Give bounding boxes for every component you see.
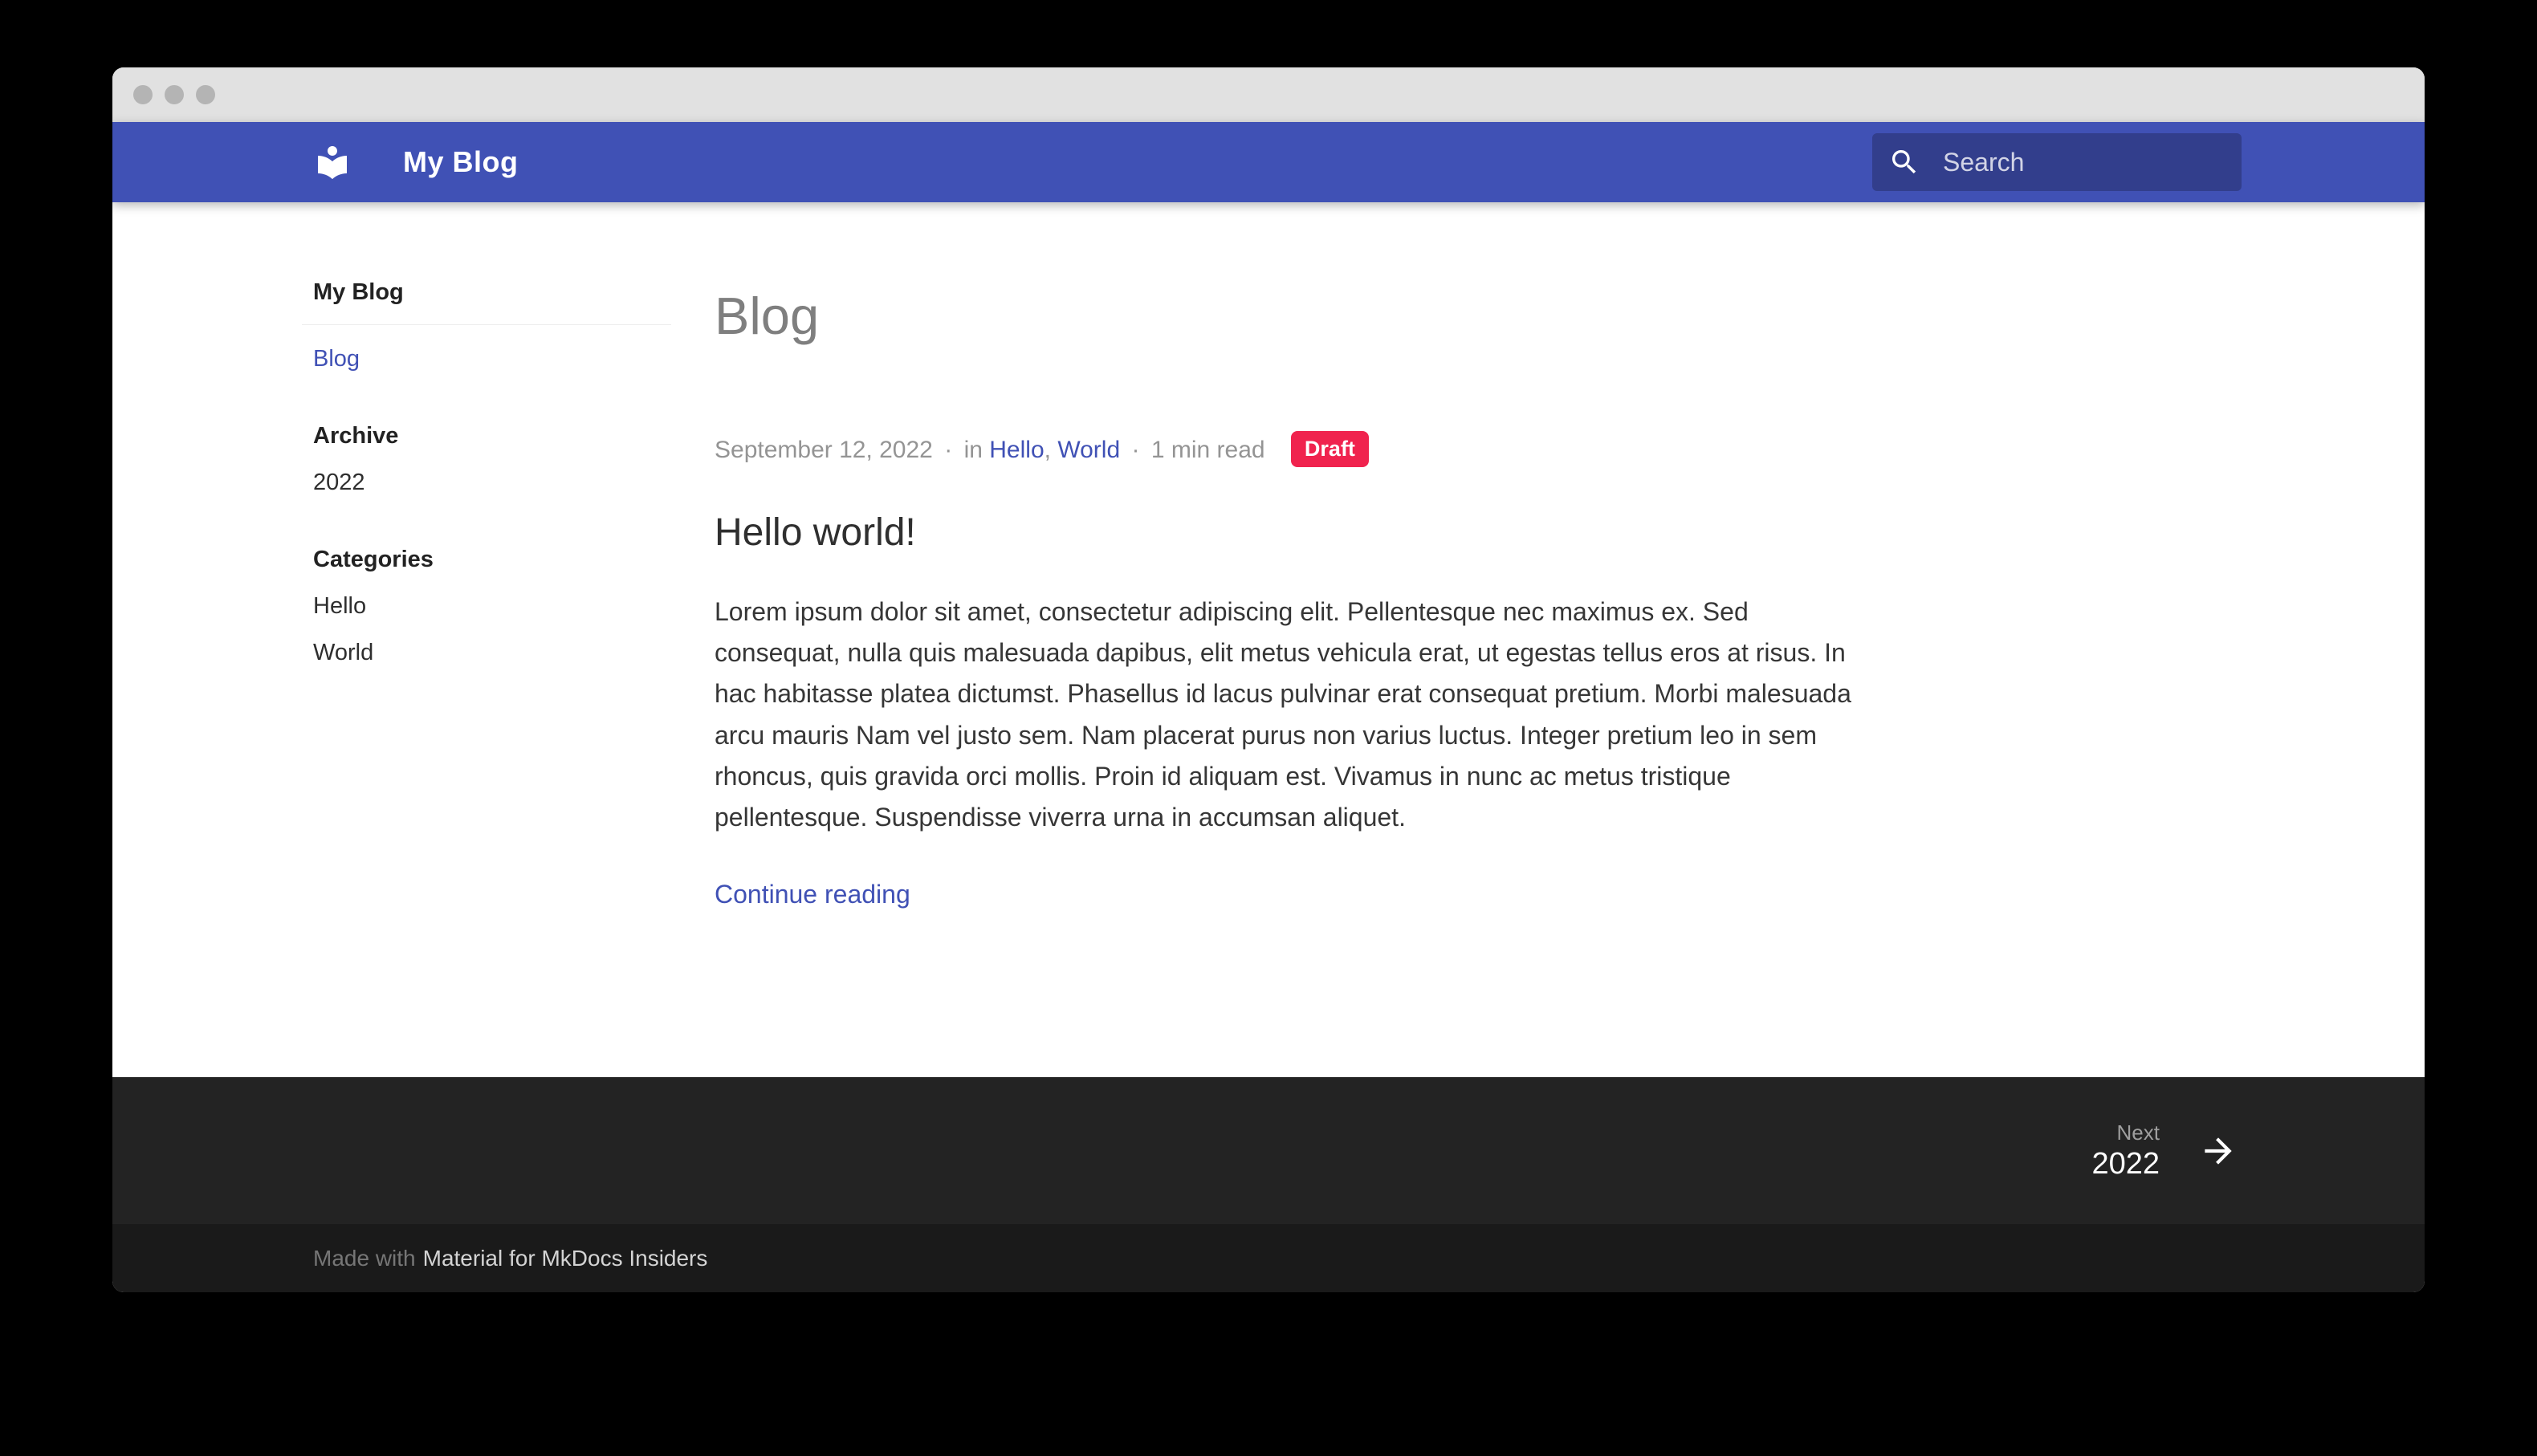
footer-next-block: Next 2022 <box>2091 1120 2160 1182</box>
sidebar-nav: My Blog Blog Archive 2022 Categories Hel… <box>112 202 715 1077</box>
sidebar-section-categories: Categories Hello World <box>313 543 715 669</box>
meta-separator: · <box>1131 437 1139 463</box>
sidebar-section-title: Archive <box>313 420 715 452</box>
category-separator: , <box>1045 437 1051 463</box>
sidebar-site-title: My Blog <box>313 276 715 308</box>
read-time: 1 min read <box>1151 437 1265 463</box>
post-in-label: in <box>964 437 983 463</box>
sidebar-divider <box>302 324 671 325</box>
mkdocs-credit-link[interactable]: Material for MkDocs Insiders <box>423 1246 708 1271</box>
window-control-icon <box>133 85 153 104</box>
sidebar-item-2022[interactable]: 2022 <box>313 466 715 498</box>
browser-titlebar <box>112 67 2425 122</box>
site-title: My Blog <box>403 145 519 179</box>
footer-next-title: 2022 <box>2091 1145 2160 1182</box>
sidebar-item-hello[interactable]: Hello <box>313 590 715 622</box>
meta-separator: · <box>944 437 952 463</box>
category-link-world[interactable]: World <box>1057 437 1120 463</box>
page-content: My Blog Blog Archive 2022 Categories Hel… <box>112 202 2425 1077</box>
app-header: My Blog <box>112 122 2425 202</box>
search-input[interactable] <box>1941 147 2282 178</box>
search-icon <box>1888 146 1920 178</box>
window-control-icon <box>196 85 215 104</box>
browser-window: My Blog My Blog Blog Archive 2022 Catego… <box>112 67 2425 1292</box>
footer-next-label: Next <box>2091 1120 2160 1145</box>
page-title: Blog <box>715 286 2328 346</box>
draft-badge: Draft <box>1291 431 1369 467</box>
post-date: September 12, 2022 <box>715 437 933 463</box>
footer-next-link[interactable]: Next 2022 <box>112 1077 2425 1224</box>
post-meta: September 12, 2022 · in Hello, World · 1… <box>715 431 2328 467</box>
footer-meta: Made with Material for MkDocs Insiders <box>112 1224 2425 1292</box>
sidebar-section-archive: Archive 2022 <box>313 420 715 498</box>
sidebar-section-title: Categories <box>313 543 715 575</box>
local-library-icon[interactable] <box>313 143 352 181</box>
sidebar-item-blog[interactable]: Blog <box>313 343 715 375</box>
sidebar-item-world[interactable]: World <box>313 636 715 669</box>
made-with-label: Made with <box>313 1246 416 1271</box>
post-excerpt: Lorem ipsum dolor sit amet, consectetur … <box>715 592 1863 838</box>
article: Blog September 12, 2022 · in Hello, Worl… <box>715 202 2425 1077</box>
window-control-icon <box>165 85 184 104</box>
post-title-link[interactable]: Hello world! <box>715 510 2328 555</box>
continue-reading-link[interactable]: Continue reading <box>715 880 910 909</box>
arrow-right-icon[interactable] <box>2198 1131 2238 1171</box>
category-link-hello[interactable]: Hello <box>989 437 1044 463</box>
search-box[interactable] <box>1872 133 2242 191</box>
